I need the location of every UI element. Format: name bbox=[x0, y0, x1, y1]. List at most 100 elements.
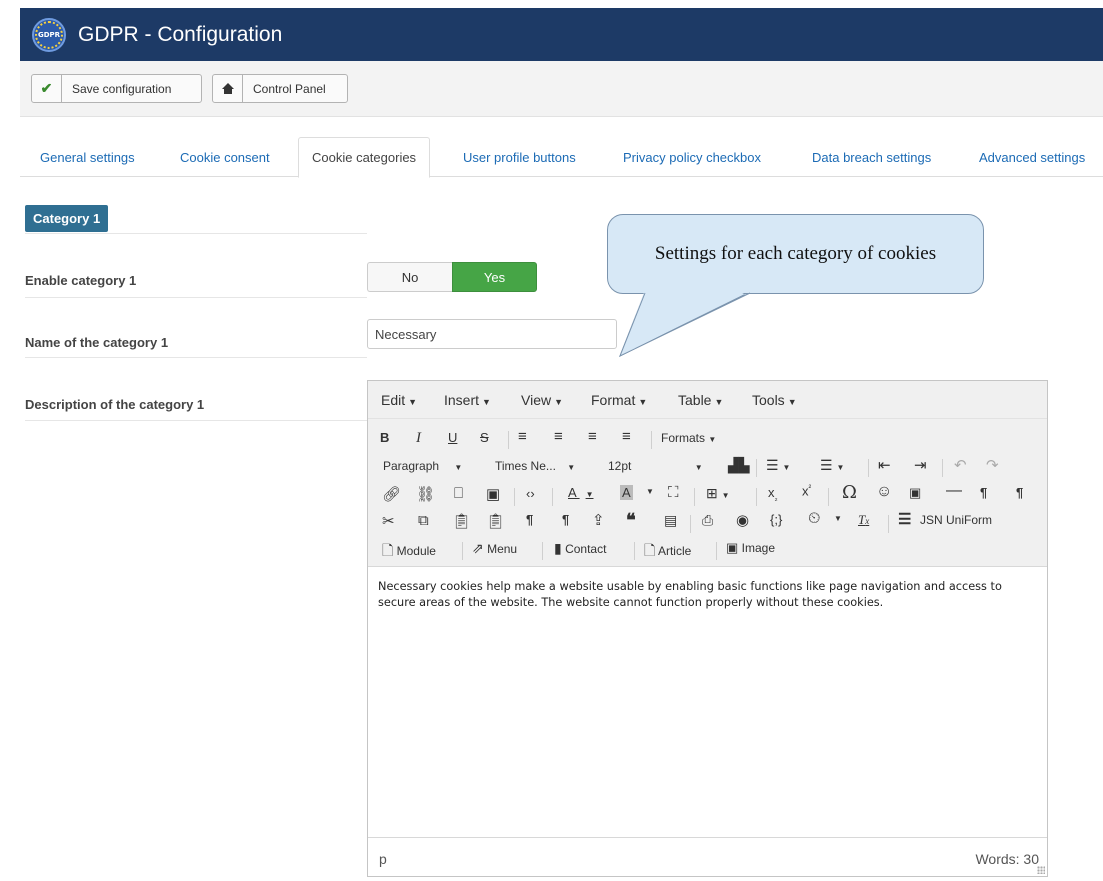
indent-icon[interactable]: ⇥ bbox=[914, 456, 927, 474]
block-format-select[interactable]: Paragraph ▼ bbox=[383, 459, 462, 473]
fullscreen-icon[interactable]: ⛶ bbox=[668, 484, 679, 501]
category-name-input[interactable]: Necessary bbox=[367, 319, 617, 349]
superscript-icon[interactable]: x² bbox=[802, 483, 811, 498]
check-icon: ✔ bbox=[32, 75, 62, 102]
jsn-uniform-button[interactable]: JSN UniForm bbox=[920, 513, 992, 527]
numbered-list-icon[interactable]: ☰ ▼ bbox=[820, 457, 844, 474]
save-configuration-button[interactable]: ✔ Save configuration bbox=[31, 74, 202, 103]
redo-icon[interactable]: ↷ bbox=[986, 456, 999, 474]
menu-edit[interactable]: Edit ▼ bbox=[381, 392, 417, 408]
menu-table[interactable]: Table ▼ bbox=[678, 392, 723, 408]
divider bbox=[25, 297, 367, 298]
tab-cookie-categories[interactable]: Cookie categories bbox=[298, 137, 431, 178]
address-book-icon: ▮ bbox=[554, 540, 562, 556]
toggle-yes-button[interactable]: Yes bbox=[452, 262, 537, 292]
underline-icon[interactable]: U bbox=[448, 430, 457, 445]
formats-dropdown[interactable]: Formats ▼ bbox=[661, 431, 716, 445]
picture-icon: ▣ bbox=[726, 540, 739, 555]
align-center-icon[interactable]: ≡ bbox=[554, 428, 563, 445]
element-path[interactable]: p bbox=[379, 851, 387, 867]
rich-text-editor: Edit ▼ Insert ▼ View ▼ Format ▼ Table ▼ Tools… bbox=[367, 380, 1048, 877]
menu-tools[interactable]: Tools ▼ bbox=[752, 392, 797, 408]
image-icon[interactable]: ▣ bbox=[486, 485, 500, 503]
page-title: GDPR - Configuration bbox=[78, 22, 283, 46]
copy-icon[interactable]: ⧉ bbox=[418, 512, 429, 529]
callout-pointer-fill bbox=[619, 290, 751, 358]
template-icon[interactable]: ▤ bbox=[664, 512, 677, 529]
font-family-select[interactable]: Times Ne... ▼ bbox=[495, 459, 575, 473]
link-icon[interactable]: 🔗︎ bbox=[382, 485, 401, 503]
align-right-icon[interactable]: ≡ bbox=[588, 428, 597, 445]
text-color-icon[interactable]: A ▼ bbox=[568, 485, 594, 500]
enable-category-toggle: No Yes bbox=[367, 262, 537, 292]
menu-format[interactable]: Format ▼ bbox=[591, 392, 647, 408]
emoticons-icon[interactable]: ☺ bbox=[876, 483, 892, 501]
tab-user-profile-buttons[interactable]: User profile buttons bbox=[463, 137, 576, 177]
table-icon[interactable]: ⊞ ▼ bbox=[706, 485, 730, 502]
preview-icon[interactable]: ◉ bbox=[736, 511, 749, 529]
toggle-no-button[interactable]: No bbox=[367, 262, 452, 292]
insert-image-button[interactable]: ▣ Image bbox=[726, 540, 775, 556]
background-color-caret-icon[interactable]: ▼ bbox=[646, 487, 654, 496]
visual-chars-icon[interactable]: ¶ bbox=[562, 512, 569, 527]
find-replace-icon[interactable]: ▟▙ bbox=[728, 457, 750, 474]
outdent-icon[interactable]: ⇤ bbox=[878, 456, 891, 474]
clear-formatting-icon[interactable]: Tx bbox=[858, 512, 869, 528]
datetime-caret-icon[interactable]: ▼ bbox=[834, 514, 842, 523]
cut-icon[interactable]: ✂ bbox=[382, 512, 395, 530]
tab-privacy-policy-checkbox[interactable]: Privacy policy checkbox bbox=[623, 137, 761, 177]
control-panel-button[interactable]: Control Panel bbox=[212, 74, 348, 103]
unlink-icon[interactable]: ⛓︎ bbox=[416, 485, 435, 503]
insert-article-button[interactable]: 🗋︎ Article bbox=[644, 540, 691, 564]
background-color-icon[interactable]: A bbox=[620, 485, 633, 500]
paste-text-icon[interactable]: 📋︎ bbox=[486, 512, 505, 530]
resize-handle-icon[interactable] bbox=[1037, 866, 1045, 874]
bullet-list-icon[interactable]: ☰ ▼ bbox=[766, 457, 790, 474]
code-sample-icon[interactable]: {;} bbox=[770, 512, 782, 527]
editor-content-area[interactable]: Necessary cookies help make a website us… bbox=[368, 567, 1047, 837]
insert-datetime-icon[interactable]: ⏲ bbox=[808, 510, 820, 528]
paste-icon[interactable]: 📋︎ bbox=[452, 512, 471, 530]
strikethrough-icon[interactable]: S bbox=[480, 430, 489, 445]
menu-insert[interactable]: Insert ▼ bbox=[444, 392, 491, 408]
insert-menu-button[interactable]: ⇗ Menu bbox=[472, 540, 517, 557]
italic-icon[interactable]: I bbox=[416, 430, 421, 447]
annotation-callout: Settings for each category of cookies bbox=[607, 214, 984, 294]
home-icon bbox=[213, 75, 243, 102]
show-blocks-icon[interactable]: ¶ bbox=[526, 512, 533, 527]
bookmark-icon[interactable]: ⎕ bbox=[454, 485, 463, 502]
undo-icon[interactable]: ↶ bbox=[954, 456, 967, 474]
app-header: GDPR GDPR - Configuration bbox=[20, 8, 1103, 61]
document-plus-icon: 🗋︎ bbox=[382, 542, 394, 558]
font-size-select[interactable]: 12pt ▼ bbox=[608, 459, 703, 473]
tab-cookie-consent[interactable]: Cookie consent bbox=[180, 137, 270, 177]
insert-module-button[interactable]: 🗋︎ Module bbox=[382, 540, 436, 564]
category-badge: Category 1 bbox=[25, 205, 109, 232]
editor-toolbar: B I U S ≡ ≡ ≡ ≡ Formats ▼ Paragraph ▼ Ti… bbox=[368, 419, 1047, 567]
rtl-icon[interactable]: ¶ bbox=[1016, 485, 1023, 500]
menu-view[interactable]: View ▼ bbox=[521, 392, 563, 408]
code-icon[interactable]: ‹› bbox=[526, 486, 535, 501]
action-toolbar: ✔ Save configuration Control Panel bbox=[20, 61, 1103, 117]
ltr-icon[interactable]: ¶ bbox=[980, 485, 987, 500]
subscript-icon[interactable]: x₂ bbox=[768, 485, 778, 503]
align-justify-icon[interactable]: ≡ bbox=[622, 428, 631, 445]
tab-data-breach-settings[interactable]: Data breach settings bbox=[812, 137, 931, 177]
document-plus-icon: 🗋︎ bbox=[644, 542, 656, 558]
blockquote-icon[interactable]: ❝ bbox=[626, 510, 636, 531]
print-icon[interactable]: ⎙ bbox=[702, 512, 713, 529]
bold-icon[interactable]: B bbox=[380, 430, 389, 445]
gdpr-logo-icon: GDPR bbox=[32, 17, 66, 52]
special-character-icon[interactable]: Ω bbox=[842, 482, 857, 503]
jsn-uniform-icon[interactable]: ☰ bbox=[898, 510, 911, 528]
editor-statusbar: p Words: 30 bbox=[368, 837, 1047, 876]
horizontal-rule-icon[interactable]: — bbox=[946, 482, 962, 500]
category-description-label: Description of the category 1 bbox=[25, 397, 205, 412]
media-icon[interactable]: ▣ bbox=[909, 485, 921, 501]
upload-icon[interactable]: ⇪ bbox=[592, 511, 605, 529]
align-left-icon[interactable]: ≡ bbox=[518, 428, 527, 445]
insert-contact-button[interactable]: ▮ Contact bbox=[554, 540, 606, 557]
tab-advanced-settings[interactable]: Advanced settings bbox=[979, 137, 1085, 177]
tab-general-settings[interactable]: General settings bbox=[40, 137, 135, 177]
divider bbox=[25, 357, 367, 358]
